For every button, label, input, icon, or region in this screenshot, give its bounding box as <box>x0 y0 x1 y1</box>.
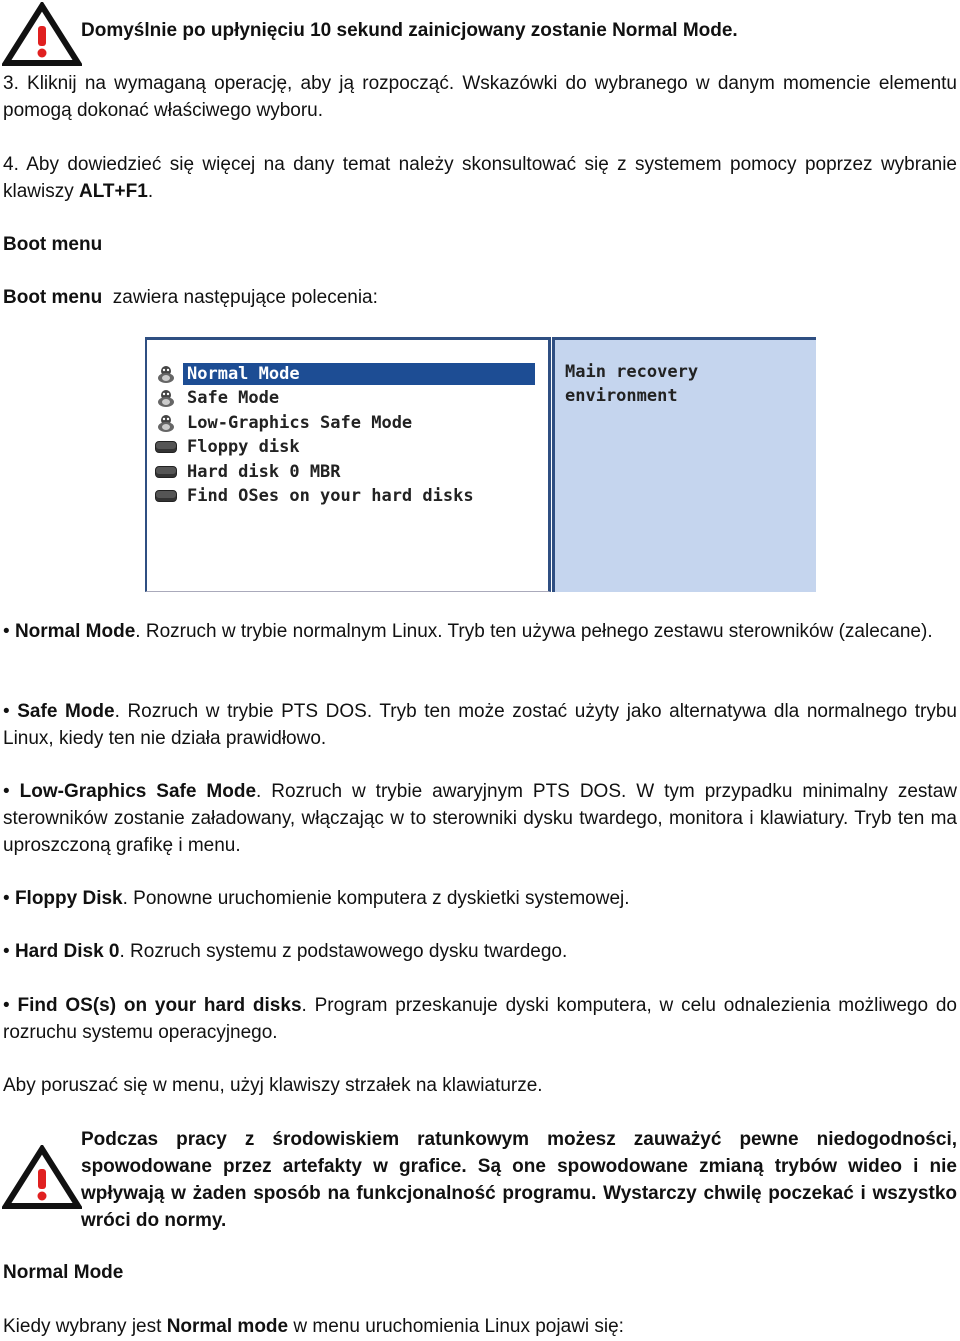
linux-penguin-icon <box>155 414 177 432</box>
navigation-hint: Aby poruszać się w menu, użyj klawiszy s… <box>3 1075 543 1096</box>
bullet: • <box>3 701 10 722</box>
final-before: Kiedy wybrany jest <box>3 1316 167 1337</box>
boot-menu-item[interactable]: Low-Graphics Safe Mode <box>155 412 535 434</box>
option-name: Floppy Disk <box>14 888 123 909</box>
bullet: • <box>3 781 10 802</box>
step-4-after: . <box>147 181 154 202</box>
disk-drive-icon <box>155 463 177 481</box>
warning-icon <box>0 0 84 66</box>
description-line-1: Main recovery <box>565 362 699 382</box>
bullet: • <box>3 888 10 909</box>
option-name: Find OS(s) on your hard disks <box>17 995 302 1016</box>
default-mode-note: Domyślnie po upłynięciu 10 sekund zainic… <box>81 20 738 41</box>
boot-menu-item-label: Hard disk 0 MBR <box>187 461 341 482</box>
boot-option-description: • Floppy Disk. Ponowne uruchomienie komp… <box>3 885 957 912</box>
boot-menu-item[interactable]: Hard disk 0 MBR <box>155 461 535 483</box>
boot-menu-list: Normal Mode Safe Mode Low-Graphics Safe Mo… <box>145 337 551 592</box>
boot-option-description: • Hard Disk 0. Rozruch systemu z podstaw… <box>3 938 957 965</box>
boot-menu-item-label: Normal Mode <box>183 363 535 385</box>
option-name: Normal Mode <box>14 621 136 642</box>
boot-menu-item-label: Find OSes on your hard disks <box>187 486 474 506</box>
boot-option-description: • Low-Graphics Safe Mode. Rozruch w tryb… <box>3 778 957 859</box>
disk-drive-icon <box>155 438 177 456</box>
boot-option-description: • Safe Mode. Rozruch w trybie PTS DOS. T… <box>3 698 957 752</box>
normal-mode-intro: Kiedy wybrany jest Normal mode w menu ur… <box>3 1313 957 1340</box>
hotkey-alt-f1: ALT+F1 <box>79 181 148 202</box>
option-name: Hard Disk 0 <box>14 941 120 962</box>
final-after: w menu uruchomienia Linux pojawi się: <box>288 1316 624 1337</box>
boot-option-description: • Find OS(s) on your hard disks. Program… <box>3 992 957 1046</box>
boot-menu-intro: Boot menu zawiera następujące polecenia: <box>3 284 957 311</box>
option-text: . Rozruch systemu z podstawowego dysku t… <box>119 941 568 962</box>
heading-normal-mode: Normal Mode <box>3 1262 124 1283</box>
boot-option-description: • Normal Mode. Rozruch w trybie normalny… <box>3 618 957 645</box>
final-bold: Normal mode <box>166 1316 289 1337</box>
option-text: . Ponowne uruchomienie komputera z dyski… <box>122 888 630 909</box>
boot-menu-item-label: Safe Mode <box>187 388 280 409</box>
boot-menu-item[interactable]: Normal Mode <box>155 363 535 385</box>
heading-boot-menu: Boot menu <box>3 234 103 255</box>
warning-icon <box>0 1143 84 1209</box>
graphics-artifacts-note: Podczas pracy z środowiskiem ratunkowym … <box>81 1129 957 1231</box>
boot-menu-item[interactable]: Find OSes on your hard disks <box>155 485 535 507</box>
boot-menu-item-label: Low-Graphics Safe Mode <box>187 412 413 433</box>
step-4-text: 4. Aby dowiedzieć się więcej na dany tem… <box>3 151 957 205</box>
option-name: Low-Graphics Safe Mode <box>19 781 257 802</box>
option-text: . Rozruch w trybie normalnym Linux. Tryb… <box>135 621 933 642</box>
boot-menu-item[interactable]: Floppy disk <box>155 436 535 458</box>
bullet: • <box>3 941 10 962</box>
boot-menu-item[interactable]: Safe Mode <box>155 387 535 409</box>
boot-menu-screenshot: Normal Mode Safe Mode Low-Graphics Safe Mo… <box>145 337 816 592</box>
disk-drive-icon <box>155 487 177 505</box>
linux-penguin-icon <box>155 389 177 408</box>
boot-menu-intro-bold: Boot menu <box>3 287 103 308</box>
boot-menu-description-panel: Main recovery environment <box>552 337 816 592</box>
step-3-text: 3. Kliknij na wymaganą operację, aby ją … <box>3 73 957 121</box>
linux-penguin-icon <box>155 365 177 383</box>
bullet: • <box>3 621 10 642</box>
option-text: . Rozruch w trybie PTS DOS. Tryb ten moż… <box>3 701 957 749</box>
boot-menu-intro-rest: zawiera następujące polecenia: <box>102 287 378 308</box>
option-name: Safe Mode <box>17 701 115 722</box>
bullet: • <box>3 995 10 1016</box>
description-line-2: environment <box>565 386 678 406</box>
boot-menu-item-label: Floppy disk <box>187 437 300 458</box>
